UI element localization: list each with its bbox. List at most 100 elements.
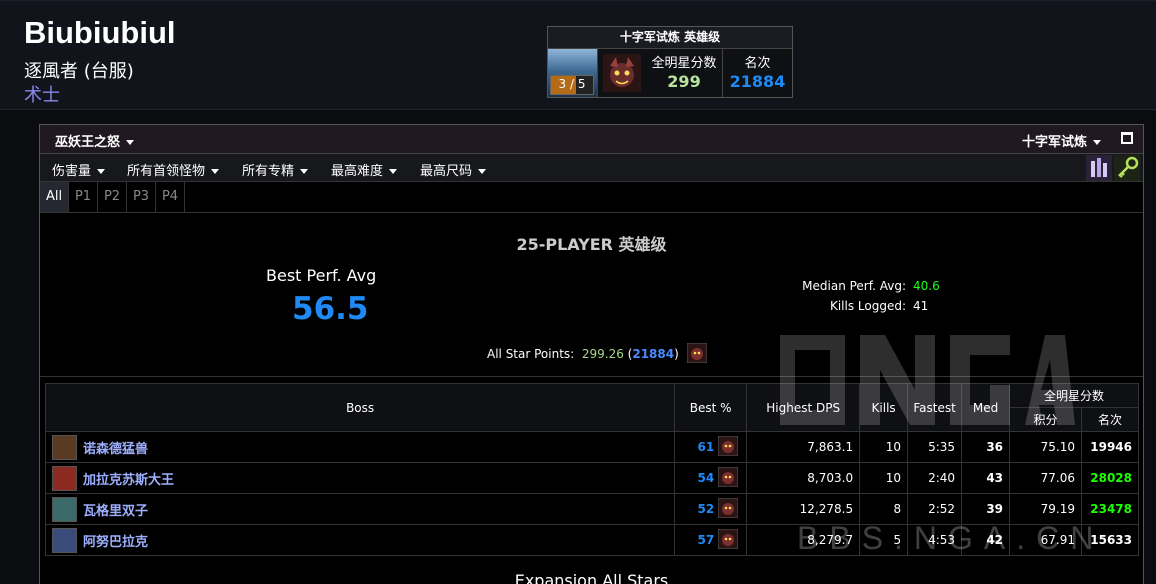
points-label: 全明星分数 <box>651 56 717 71</box>
highest-dps: 7,863.1 <box>746 431 861 463</box>
header-boss[interactable]: Boss <box>44 383 676 432</box>
zone-dropdown-label: 巫妖王之怒 <box>55 135 121 150</box>
boss-cell[interactable]: 诺森德猛兽 <box>44 431 676 463</box>
character-server[interactable]: 逐風者 (台服) <box>24 57 134 83</box>
chevron-down-icon <box>211 169 220 174</box>
kills: 10 <box>859 462 909 494</box>
tab-all[interactable]: All <box>40 182 69 212</box>
progress-text: 3 / 5 <box>558 77 586 91</box>
allstar-points: 77.06 <box>1009 462 1082 494</box>
tab-p1[interactable]: P1 <box>69 182 98 212</box>
best-perf-value: 56.5 <box>292 291 369 327</box>
boss-mini-icon <box>686 342 708 366</box>
best-cell: 54 <box>674 462 748 494</box>
boss-mini-icon <box>717 497 739 521</box>
phase-tabs: All P1 P2 P3 P4 <box>40 182 1143 213</box>
header-fastest[interactable]: Fastest <box>907 383 963 432</box>
table-row[interactable]: 诺森德猛兽 61 7,863.1 10 5:35 36 75.10 19946 <box>44 431 1140 463</box>
character-header: Biubiubiul 逐風者 (台服) 术士 十字军试炼 英雄级 3 / 5 全… <box>0 0 1156 110</box>
allstar-points-cell: 全明星分数 299 <box>646 49 722 97</box>
boss-name[interactable]: 诺森德猛兽 <box>83 438 148 457</box>
header-kills[interactable]: Kills <box>859 383 909 432</box>
header-best[interactable]: Best % <box>674 383 748 432</box>
rank-label: 名次 <box>744 56 771 71</box>
kills-label: Kills Logged: <box>829 299 906 313</box>
best-perf-label: Best Perf. Avg <box>266 266 377 285</box>
header-allstar: 全明星分数 <box>1009 383 1139 408</box>
boss-name[interactable]: 阿努巴拉克 <box>83 531 148 550</box>
boss-name[interactable]: 加拉克苏斯大王 <box>83 469 174 488</box>
allstar-rank: 28028 <box>1080 462 1140 494</box>
median: 43 <box>961 462 1011 494</box>
filter-metric[interactable]: 伤害量 <box>52 160 106 179</box>
expansion-all-stars-title: Expansion All Stars <box>514 571 669 584</box>
filter-difficulty[interactable]: 最高难度 <box>331 160 398 179</box>
fastest: 5:35 <box>907 431 963 463</box>
tab-p3[interactable]: P3 <box>127 182 156 212</box>
highest-dps: 8,703.0 <box>746 462 861 494</box>
chevron-down-icon <box>300 169 309 174</box>
header-rank[interactable]: 名次 <box>1080 407 1140 432</box>
boss-portrait-icon <box>52 434 77 460</box>
allstar-rank: 19946 <box>1080 431 1140 463</box>
allstar-points-line: All Star Points: 299.26 (21884) <box>487 342 708 366</box>
chevron-down-icon <box>389 169 398 174</box>
key-icon[interactable] <box>1114 155 1140 181</box>
best-percent[interactable]: 54 <box>697 471 714 485</box>
allstar-points: 299.26 <box>581 347 624 361</box>
best-percent[interactable]: 52 <box>697 502 714 516</box>
performance-summary: 25-PLAYER 英雄级 Best Perf. Avg 56.5 Median… <box>40 213 1143 377</box>
boss-portrait-icon <box>52 465 77 491</box>
armory-icon[interactable] <box>1086 155 1112 181</box>
header-dps[interactable]: Highest DPS <box>746 383 861 432</box>
filter-spec[interactable]: 所有专精 <box>242 160 309 179</box>
boss-mini-icon <box>717 435 739 459</box>
allstar-rank: 21884 <box>632 347 675 361</box>
kills-value: 41 <box>913 299 929 313</box>
header-med[interactable]: Med <box>961 383 1011 432</box>
character-name: Biubiubiul <box>24 15 176 50</box>
tab-p4[interactable]: P4 <box>156 182 185 212</box>
chevron-down-icon <box>1093 140 1101 145</box>
character-class: 术士 <box>24 85 60 106</box>
allstar-label: All Star Points: <box>487 347 575 361</box>
panel-header: 巫妖王之怒 十字军试炼 <box>40 125 1143 154</box>
zone-summary-box: 十字军试炼 英雄级 3 / 5 全明星分数 299 名次 21884 <box>547 26 793 98</box>
summary-title: 25-PLAYER 英雄级 <box>516 235 667 254</box>
median-label: Median Perf. Avg: <box>802 279 906 293</box>
rank-value: 21884 <box>729 72 786 91</box>
boss-mini-icon <box>717 466 739 490</box>
header-points[interactable]: 积分 <box>1009 407 1082 432</box>
filter-size[interactable]: 最高尺码 <box>420 160 487 179</box>
boss-portrait-icon <box>52 496 77 522</box>
fastest: 2:40 <box>907 462 963 494</box>
best-cell: 57 <box>674 524 748 556</box>
filter-bosses[interactable]: 所有首领怪物 <box>127 160 220 179</box>
kills: 10 <box>859 431 909 463</box>
chevron-down-icon <box>126 140 135 145</box>
progress-bar: 3 / 5 <box>550 75 594 95</box>
zone-box-title: 十字军试炼 英雄级 <box>548 27 792 49</box>
rank-cell: 名次 21884 <box>722 49 792 97</box>
boss-portrait-icon <box>598 49 646 97</box>
best-percent[interactable]: 57 <box>697 533 714 547</box>
watermark-text: BBS.NGA.CN <box>797 520 1105 556</box>
best-percent[interactable]: 61 <box>697 440 714 454</box>
table-row[interactable]: 加拉克苏斯大王 54 8,703.0 10 2:40 43 77.06 28028 <box>44 462 1140 494</box>
boss-name[interactable]: 瓦格里双子 <box>83 500 148 519</box>
partition-dropdown[interactable]: 十字军试炼 <box>1022 131 1101 150</box>
tab-p2[interactable]: P2 <box>98 182 127 212</box>
filter-bar: 伤害量 所有首领怪物 所有专精 最高难度 最高尺码 <box>40 154 1143 182</box>
boss-cell[interactable]: 加拉克苏斯大王 <box>44 462 676 494</box>
points-value: 299 <box>667 72 701 91</box>
rankings-panel: 巫妖王之怒 十字军试炼 伤害量 所有首领怪物 所有专精 最高难度 最高尺码 Al… <box>39 124 1144 584</box>
boss-mini-icon <box>717 528 739 552</box>
allstar-points: 75.10 <box>1009 431 1082 463</box>
boss-cell[interactable]: 瓦格里双子 <box>44 493 676 525</box>
best-cell: 52 <box>674 493 748 525</box>
maximize-icon[interactable] <box>1121 132 1133 144</box>
chevron-down-icon <box>97 169 106 174</box>
boss-cell[interactable]: 阿努巴拉克 <box>44 524 676 556</box>
zone-progress: 3 / 5 <box>548 49 598 97</box>
zone-dropdown[interactable]: 巫妖王之怒 <box>55 131 135 150</box>
